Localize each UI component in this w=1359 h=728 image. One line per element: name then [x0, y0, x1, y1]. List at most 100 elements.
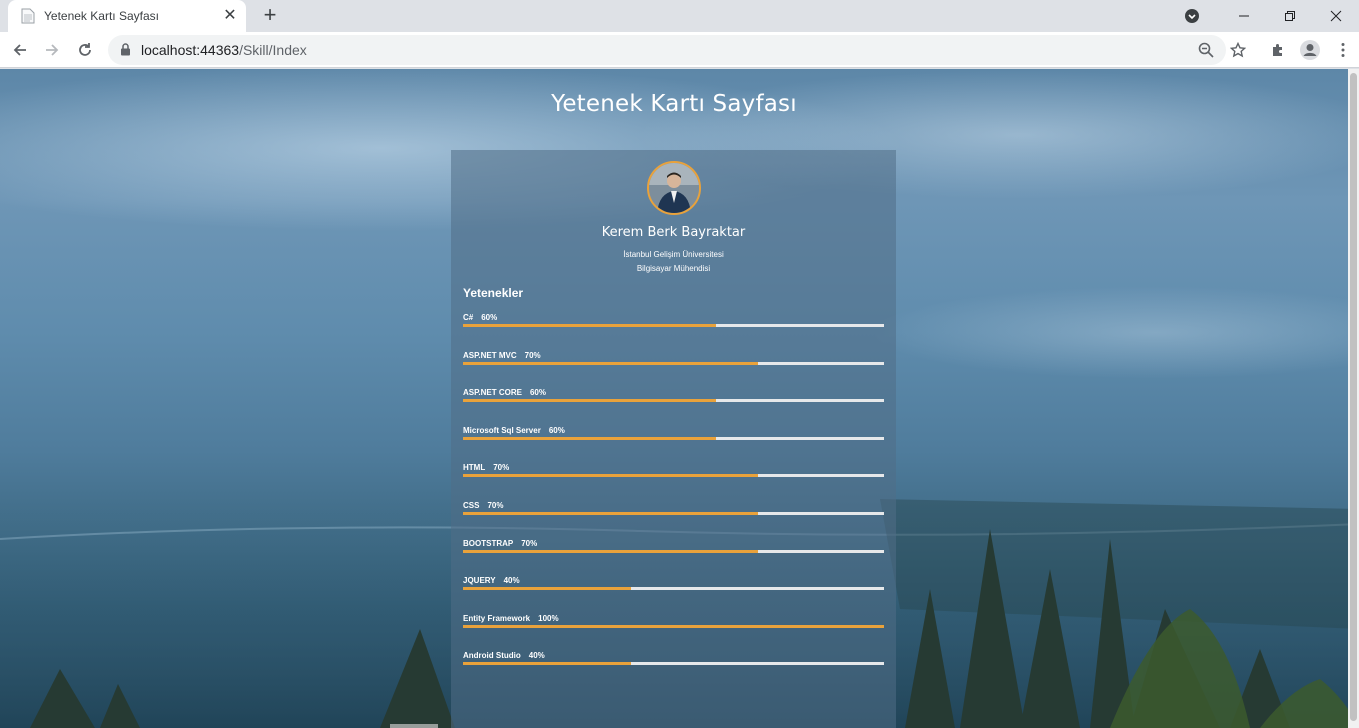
skill-row: HTML 70% [463, 463, 884, 483]
skill-label: Android Studio 40% [463, 651, 545, 660]
extensions-button[interactable] [1264, 36, 1292, 64]
skill-percent: 70% [493, 463, 510, 473]
url-path: /Skill/Index [239, 42, 307, 58]
skill-progress-track [463, 436, 884, 440]
skill-name: Android Studio [463, 651, 521, 661]
skill-label: ASP.NET CORE 60% [463, 388, 546, 397]
skill-percent: 60% [548, 425, 565, 435]
skill-name: ASP.NET MVC [463, 350, 517, 360]
skill-percent: 70% [524, 350, 541, 360]
browser-tab[interactable]: Yetenek Kartı Sayfası ✕ [8, 0, 246, 32]
lock-icon[interactable] [120, 43, 131, 61]
skill-progress-track [463, 549, 884, 553]
skill-label: CSS 70% [463, 501, 503, 510]
skill-name: JQUERY [463, 576, 496, 586]
skill-row: Entity Framework 100% [463, 614, 884, 634]
skill-card: Kerem Berk Bayraktar İstanbul Gelişim Ün… [451, 150, 896, 728]
profile-university: İstanbul Gelişim Üniversitesi [623, 250, 724, 259]
minimize-button[interactable] [1221, 0, 1267, 32]
kebab-menu-icon [1341, 43, 1345, 57]
puzzle-icon [1273, 44, 1282, 56]
skill-name: CSS [463, 501, 480, 510]
tab-title: Yetenek Kartı Sayfası [44, 9, 159, 23]
skill-progress-track [463, 512, 884, 515]
skill-name: C# [463, 313, 474, 322]
skill-row: C# 60% [463, 313, 884, 333]
skill-progress-fill [463, 624, 884, 628]
skill-name: HTML [463, 463, 486, 473]
skill-progress-track [463, 324, 884, 327]
forward-button[interactable] [38, 36, 66, 64]
url-text[interactable]: localhost:44363/Skill/Index [141, 42, 307, 58]
skill-progress-track [463, 662, 884, 666]
skill-progress-fill [463, 474, 758, 478]
skill-name: ASP.NET CORE [463, 388, 522, 398]
page-title: Yetenek Kartı Sayfası [551, 91, 797, 117]
vertical-scrollbar[interactable] [1348, 69, 1359, 728]
skill-label: C# 60% [463, 313, 497, 322]
skill-row: CSS 70% [463, 501, 884, 521]
reload-icon [79, 43, 91, 56]
skill-progress-fill [463, 436, 716, 440]
page-viewport: Yetenek Kartı Sayfası Kerem Berk Bayrakt… [0, 69, 1359, 728]
skill-row: BOOTSTRAP 70% [463, 539, 884, 559]
profile-button[interactable] [1296, 36, 1324, 64]
tab-search-button[interactable] [1177, 1, 1207, 31]
page-icon [20, 8, 36, 24]
skill-progress-fill [463, 587, 632, 591]
skill-percent: 100% [538, 613, 559, 623]
close-window-button[interactable] [1313, 0, 1359, 32]
skill-progress-track [463, 361, 884, 365]
skill-row: JQUERY 40% [463, 576, 884, 596]
profile-photo [647, 161, 701, 215]
profile-name: Kerem Berk Bayraktar [601, 225, 746, 240]
skill-label: Entity Framework 100% [463, 614, 559, 623]
skill-label: Microsoft Sql Server 60% [463, 426, 565, 435]
browser-toolbar: localhost:44363/Skill/Index [0, 32, 1359, 68]
scrollbar-thumb[interactable] [1350, 73, 1357, 721]
skill-progress-fill [463, 512, 758, 515]
skill-percent: 70% [487, 501, 504, 510]
skill-percent: 60% [529, 388, 546, 398]
tab-strip: Yetenek Kartı Sayfası ✕ + [0, 0, 1359, 32]
skill-label: BOOTSTRAP 70% [463, 539, 537, 548]
skill-percent: 70% [521, 538, 538, 548]
skill-name: BOOTSTRAP [463, 538, 514, 548]
forward-arrow-icon [46, 44, 59, 56]
skill-progress-fill [463, 662, 632, 666]
skill-label: ASP.NET MVC 70% [463, 351, 541, 360]
back-button[interactable] [6, 36, 34, 64]
skill-progress-fill [463, 399, 716, 403]
close-tab-icon[interactable]: ✕ [220, 6, 240, 26]
bookmark-star-icon[interactable] [1228, 40, 1248, 60]
reload-button[interactable] [71, 36, 99, 64]
skill-progress-fill [463, 324, 716, 327]
skill-progress-fill [463, 549, 758, 553]
skill-progress-track [463, 587, 884, 591]
skill-row: ASP.NET MVC 70% [463, 351, 884, 371]
skill-row: Microsoft Sql Server 60% [463, 426, 884, 446]
skill-row: Android Studio 40% [463, 651, 884, 671]
url-host: localhost:44363 [141, 42, 240, 58]
zoom-icon[interactable] [1196, 40, 1216, 60]
restore-button[interactable] [1267, 0, 1313, 32]
back-arrow-icon [13, 44, 26, 56]
horizontal-scroll-hint [390, 724, 438, 728]
skill-name: Microsoft Sql Server [463, 425, 541, 435]
skill-row: ASP.NET CORE 60% [463, 388, 884, 408]
avatar-icon [1300, 40, 1320, 60]
skill-name: Entity Framework [463, 613, 531, 623]
skill-label: JQUERY 40% [463, 576, 520, 585]
skill-progress-track [463, 474, 884, 478]
skill-progress-track [463, 624, 884, 628]
skill-percent: 60% [481, 313, 498, 322]
profile-profession: Bilgisayar Mühendisi [636, 264, 711, 273]
new-tab-button[interactable]: + [258, 4, 282, 28]
skill-label: HTML 70% [463, 463, 509, 472]
skill-progress-fill [463, 361, 758, 365]
address-bar[interactable]: localhost:44363/Skill/Index [108, 35, 1246, 65]
chrome-menu-button[interactable] [1329, 36, 1357, 64]
skills-heading: Yetenekler [463, 286, 524, 300]
skill-progress-track [463, 399, 884, 403]
skill-percent: 40% [528, 651, 545, 661]
